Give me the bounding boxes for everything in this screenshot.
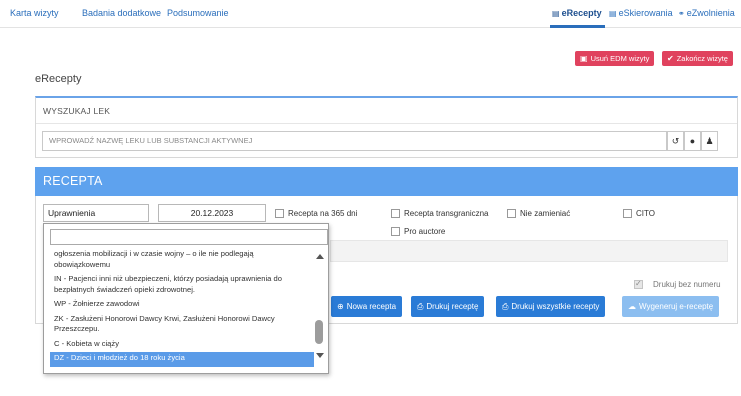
- checkbox-box[interactable]: [391, 209, 400, 218]
- new-prescription-button[interactable]: ⊕ Nowa recepta: [331, 296, 403, 317]
- handshake-icon: ⚭: [678, 9, 685, 18]
- user-button[interactable]: ♟: [701, 131, 718, 151]
- user-icon: ♟: [705, 136, 714, 146]
- checkbox-drukuj-bez-numeru[interactable]: Drukuj bez numeru: [634, 279, 721, 289]
- date-input[interactable]: 20.12.2023: [158, 204, 266, 222]
- document-icon: ▤: [609, 9, 617, 18]
- print-all-label: Drukuj wszystkie recepty: [511, 302, 600, 311]
- dropdown-option[interactable]: ogłoszenia mobilizacji i w czasie wojny …: [50, 246, 314, 273]
- tab-ezwolnienia[interactable]: ⚭ eZwolnienia: [678, 8, 735, 18]
- dropdown-option[interactable]: WP - Żołnierze zawodowi: [50, 298, 314, 313]
- history-button[interactable]: ↺: [667, 131, 684, 151]
- checkbox-cito[interactable]: CITO: [623, 209, 655, 218]
- checkbox-recepta-365[interactable]: Recepta na 365 dni: [275, 209, 357, 218]
- finish-visit-label: Zakończ wizytę: [676, 54, 728, 63]
- checkbox-box[interactable]: [634, 279, 643, 289]
- uprawnienia-select[interactable]: Uprawnienia: [43, 204, 149, 222]
- printer-icon: ⎙: [417, 302, 424, 311]
- dropdown-scrollbar[interactable]: [314, 250, 326, 370]
- tab-erecepty-label: eRecepty: [561, 8, 602, 18]
- search-drug-panel: WYSZUKAJ LEK WPROWADŹ NAZWĘ LEKU LUB SUB…: [35, 96, 738, 158]
- scroll-thumb[interactable]: [315, 320, 323, 344]
- print-all-button[interactable]: ⎙ Drukuj wszystkie recepty: [496, 296, 606, 317]
- uprawnienia-dropdown: ogłoszenia mobilizacji i w czasie wojny …: [43, 223, 329, 374]
- checkbox-label: CITO: [636, 209, 655, 218]
- checkbox-label: Recepta transgraniczna: [404, 209, 489, 218]
- recepta-header: RECEPTA: [35, 167, 738, 196]
- scroll-up-icon[interactable]: [316, 254, 324, 259]
- cloud-icon: ☁: [628, 302, 636, 311]
- scroll-down-icon[interactable]: [316, 353, 324, 358]
- search-panel-heading: WYSZUKAJ LEK: [43, 106, 111, 116]
- dropdown-option-selected[interactable]: DZ - Dzieci i młodzież do 18 roku życia: [50, 352, 314, 367]
- checkbox-label: Recepta na 365 dni: [288, 209, 358, 218]
- drug-search-input[interactable]: WPROWADŹ NAZWĘ LEKU LUB SUBSTANCJI AKTYW…: [42, 131, 667, 151]
- history-icon: ↺: [671, 136, 680, 146]
- print-prescription-label: Drukuj receptę: [426, 302, 479, 311]
- plus-circle-icon: ⊕: [337, 302, 344, 311]
- generate-eprescription-button[interactable]: ☁ Wygeneruj e-receptę: [622, 296, 720, 317]
- print-prescription-button[interactable]: ⎙ Drukuj receptę: [411, 296, 485, 317]
- checkbox-nie-zamieniac[interactable]: Nie zamieniać: [507, 209, 570, 218]
- dropdown-option[interactable]: IN - Pacjenci inni niż ubezpieczeni, któ…: [50, 273, 314, 298]
- dropdown-option[interactable]: ZK - Zasłużeni Honorowi Dawcy Krwi, Zasł…: [50, 313, 314, 338]
- trash-icon: ▣: [580, 54, 588, 63]
- checkbox-pro-auctore[interactable]: Pro auctore: [391, 227, 445, 236]
- divider: [36, 123, 737, 124]
- dropdown-search-input[interactable]: [50, 229, 328, 245]
- checkbox-box[interactable]: [623, 209, 632, 218]
- checkbox-label: Drukuj bez numeru: [653, 280, 721, 289]
- tab-eskierowania-label: eSkierowania: [618, 8, 673, 18]
- page-title: eRecepty: [35, 73, 82, 85]
- tab-erecepty[interactable]: ▤ eRecepty: [552, 8, 602, 18]
- record-button[interactable]: ●: [684, 131, 701, 151]
- tab-badania-dodatkowe[interactable]: Badania dodatkowe: [82, 8, 161, 18]
- check-circle-icon: ✔: [667, 54, 674, 63]
- finish-visit-button[interactable]: ✔ Zakończ wizytę: [662, 51, 733, 66]
- checkbox-box[interactable]: [391, 227, 400, 236]
- checkbox-label: Nie zamieniać: [520, 209, 571, 218]
- delete-edm-label: Usuń EDM wizyty: [590, 54, 650, 63]
- checkbox-box[interactable]: [507, 209, 516, 218]
- checkbox-transgraniczna[interactable]: Recepta transgraniczna: [391, 209, 489, 218]
- tab-ezwolnienia-label: eZwolnienia: [686, 8, 735, 18]
- dropdown-option[interactable]: C - Kobieta w ciąży: [50, 338, 314, 353]
- prescription-items-strip: [330, 240, 728, 262]
- new-prescription-label: Nowa recepta: [346, 302, 397, 311]
- active-tab-indicator: [550, 25, 605, 28]
- checkbox-label: Pro auctore: [404, 227, 446, 236]
- dropdown-options-list: ogłoszenia mobilizacji i w czasie wojny …: [50, 246, 314, 372]
- delete-edm-button[interactable]: ▣ Usuń EDM wizyty: [575, 51, 655, 66]
- checkbox-box[interactable]: [275, 209, 284, 218]
- circle-icon: ●: [689, 136, 696, 146]
- tab-eskierowania[interactable]: ▤ eSkierowania: [609, 8, 673, 18]
- printer-icon: ⎙: [502, 302, 509, 311]
- tab-karta-wizyty[interactable]: Karta wizyty: [10, 8, 59, 18]
- tab-podsumowanie[interactable]: Podsumowanie: [167, 8, 229, 18]
- top-navigation: Karta wizyty Badania dodatkowe Podsumowa…: [0, 0, 741, 28]
- generate-eprescription-label: Wygeneruj e-receptę: [639, 302, 714, 311]
- document-icon: ▤: [552, 9, 560, 18]
